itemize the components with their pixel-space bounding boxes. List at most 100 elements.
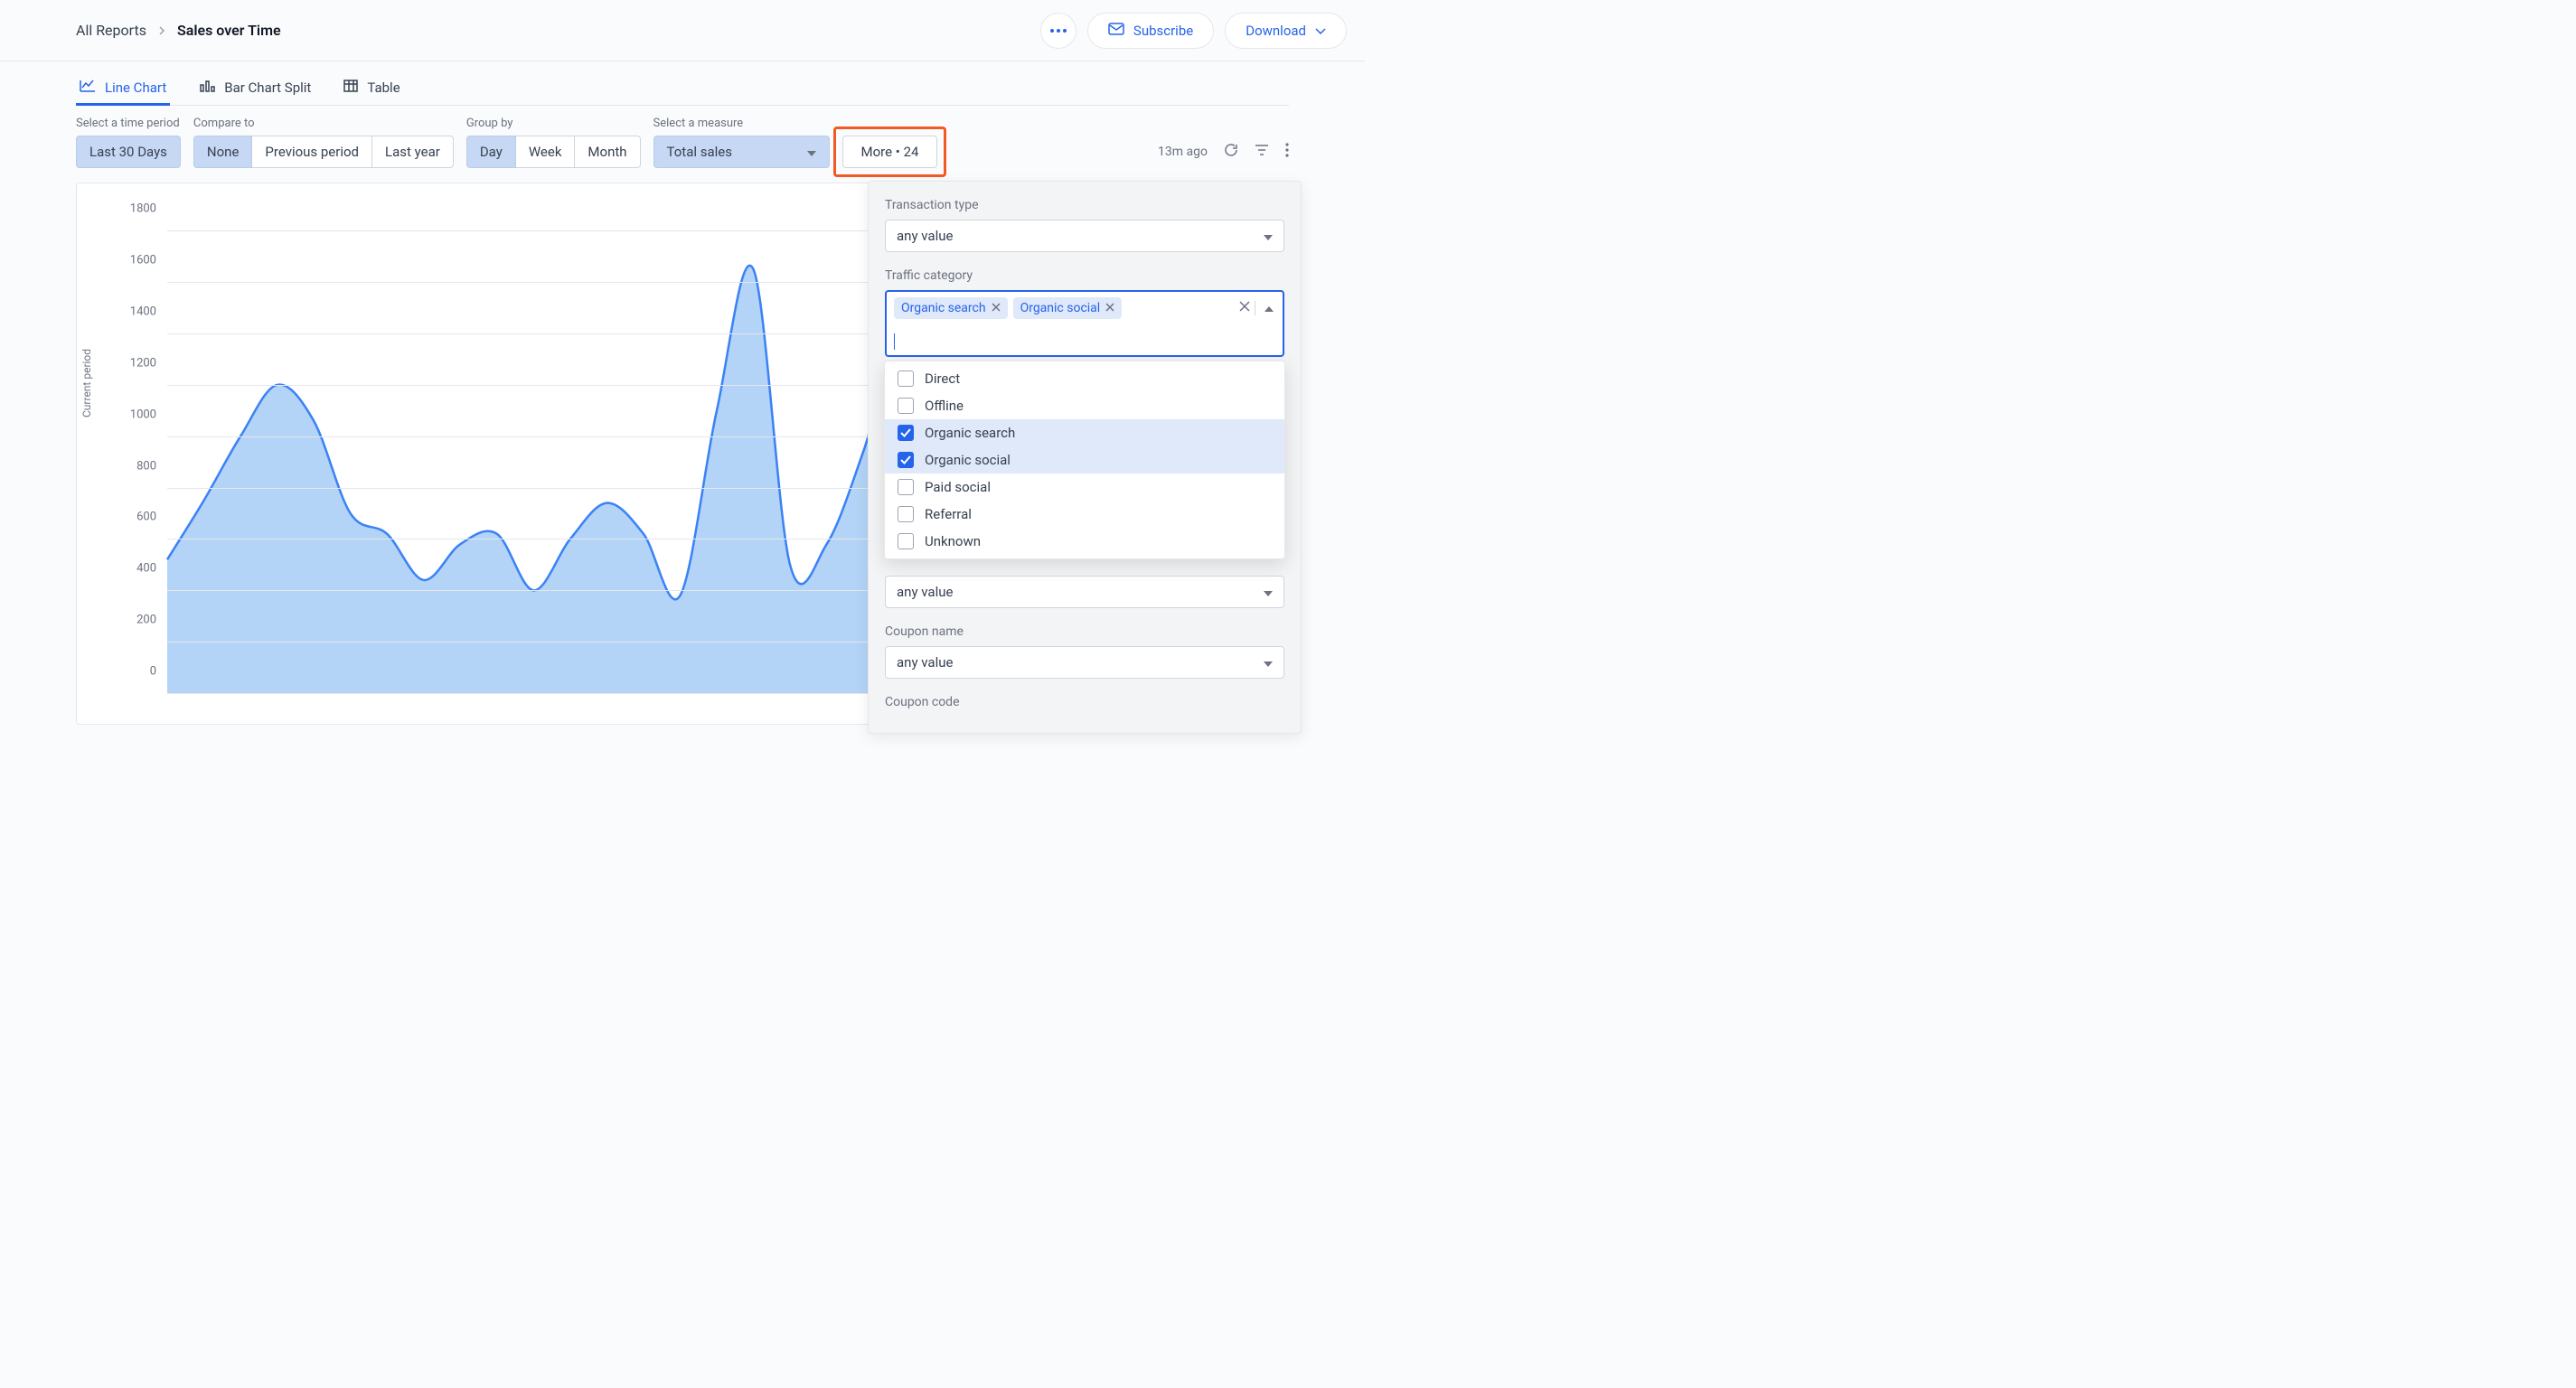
tab-label: Bar Chart Split [224, 80, 311, 96]
option-label: Organic social [925, 452, 1011, 468]
breadcrumb-current: Sales over Time [177, 22, 281, 39]
hidden-select-value: any value [897, 584, 953, 600]
coupon-name-select[interactable]: any value [885, 646, 1284, 679]
option-label: Direct [925, 370, 960, 387]
group-week[interactable]: Week [515, 136, 576, 168]
traffic-category-input[interactable]: Organic search Organic social [885, 290, 1284, 357]
measure-select[interactable]: Total sales [653, 136, 830, 168]
option-label: Unknown [925, 533, 981, 549]
filters-row: Select a time period Last 30 Days Compar… [76, 106, 1289, 183]
text-cursor [894, 333, 895, 350]
caret-down-icon [1264, 654, 1273, 671]
subscribe-button[interactable]: Subscribe [1087, 13, 1214, 49]
checkbox[interactable] [898, 533, 914, 549]
chip-label: Organic search [901, 301, 986, 315]
coupon-name-label: Coupon name [885, 624, 1284, 639]
clear-all-icon[interactable] [1239, 301, 1250, 315]
tab-label: Line Chart [105, 80, 166, 96]
kebab-icon[interactable] [1285, 143, 1289, 161]
time-period-label: Select a time period [76, 117, 181, 130]
toolbar-right: 13m ago [1158, 136, 1289, 168]
y-ticks: 020040060080010001200140016001800 [109, 183, 156, 724]
y-tick-label: 1400 [109, 305, 156, 319]
group-by-label: Group by [466, 117, 641, 130]
line-chart-icon [80, 80, 96, 96]
refresh-icon[interactable] [1224, 143, 1238, 161]
caret-up-icon[interactable] [1255, 301, 1274, 315]
y-tick-label: 1000 [109, 408, 156, 421]
group-month[interactable]: Month [574, 136, 640, 168]
checkbox[interactable] [898, 506, 914, 522]
transaction-type-value: any value [897, 228, 953, 244]
option-label: Offline [925, 398, 964, 414]
compare-none[interactable]: None [193, 136, 253, 168]
download-label: Download [1246, 23, 1306, 39]
checkbox[interactable] [898, 370, 914, 387]
caret-down-icon [1264, 228, 1273, 244]
y-tick-label: 400 [109, 562, 156, 576]
tab-line-chart[interactable]: Line Chart [76, 74, 170, 106]
chevron-right-icon [157, 22, 166, 39]
transaction-type-select[interactable]: any value [885, 220, 1284, 252]
view-tabs: Line Chart Bar Chart Split Table [76, 61, 1289, 106]
y-tick-label: 1200 [109, 356, 156, 370]
checkbox[interactable] [898, 452, 914, 468]
refreshed-time: 13m ago [1158, 145, 1208, 159]
checkbox[interactable] [898, 479, 914, 495]
hidden-select[interactable]: any value [885, 576, 1284, 608]
tab-bar-chart[interactable]: Bar Chart Split [195, 74, 315, 106]
more-filters-button[interactable]: More • 24 [842, 136, 938, 168]
filter-icon[interactable] [1255, 144, 1269, 160]
bar-chart-icon [199, 80, 215, 96]
traffic-option[interactable]: Paid social [885, 474, 1284, 501]
top-bar: All Reports Sales over Time Subscribe Do… [0, 0, 1365, 61]
traffic-chip: Organic search [894, 297, 1008, 319]
traffic-option[interactable]: Organic social [885, 446, 1284, 474]
compare-previous[interactable]: Previous period [251, 136, 372, 168]
y-tick-label: 1600 [109, 254, 156, 267]
transaction-type-label: Transaction type [885, 198, 1284, 212]
chip-remove-icon[interactable] [1105, 301, 1114, 315]
chevron-down-icon [1315, 23, 1326, 39]
caret-down-icon [807, 144, 816, 160]
y-tick-label: 800 [109, 459, 156, 473]
traffic-chip: Organic social [1013, 297, 1123, 319]
top-actions: Subscribe Download [1040, 13, 1347, 49]
coupon-code-label: Coupon code [885, 695, 1284, 709]
breadcrumb: All Reports Sales over Time [76, 22, 281, 39]
checkbox[interactable] [898, 398, 914, 414]
checkbox[interactable] [898, 425, 914, 441]
option-label: Paid social [925, 479, 991, 495]
traffic-option[interactable]: Direct [885, 365, 1284, 392]
traffic-option[interactable]: Referral [885, 501, 1284, 528]
compare-last-year[interactable]: Last year [371, 136, 454, 168]
tab-label: Table [367, 80, 400, 96]
more-options-button[interactable] [1040, 13, 1076, 49]
group-by-segment: Day Week Month [466, 136, 641, 168]
compare-label: Compare to [193, 117, 454, 130]
chip-remove-icon[interactable] [992, 301, 1001, 315]
option-label: Organic search [925, 425, 1015, 441]
y-tick-label: 600 [109, 511, 156, 524]
measure-value: Total sales [667, 144, 732, 160]
measure-label: Select a measure [653, 117, 830, 130]
mail-icon [1108, 23, 1124, 39]
option-label: Referral [925, 506, 972, 522]
group-day[interactable]: Day [466, 136, 516, 168]
traffic-option[interactable]: Unknown [885, 528, 1284, 555]
chip-label: Organic social [1020, 301, 1101, 315]
traffic-option[interactable]: Offline [885, 392, 1284, 419]
caret-down-icon [1264, 584, 1273, 600]
y-tick-label: 0 [109, 665, 156, 679]
traffic-category-dropdown: Direct Offline Organic search Organic socia… [884, 361, 1285, 559]
tab-table[interactable]: Table [340, 74, 403, 106]
traffic-category-label: Traffic category [885, 268, 1284, 283]
subscribe-label: Subscribe [1133, 23, 1193, 39]
breadcrumb-root[interactable]: All Reports [76, 22, 146, 39]
download-button[interactable]: Download [1225, 13, 1347, 49]
table-icon [343, 80, 358, 96]
y-tick-label: 200 [109, 614, 156, 627]
traffic-option[interactable]: Organic search [885, 419, 1284, 446]
time-period-select[interactable]: Last 30 Days [76, 136, 181, 168]
compare-segment: None Previous period Last year [193, 136, 454, 168]
